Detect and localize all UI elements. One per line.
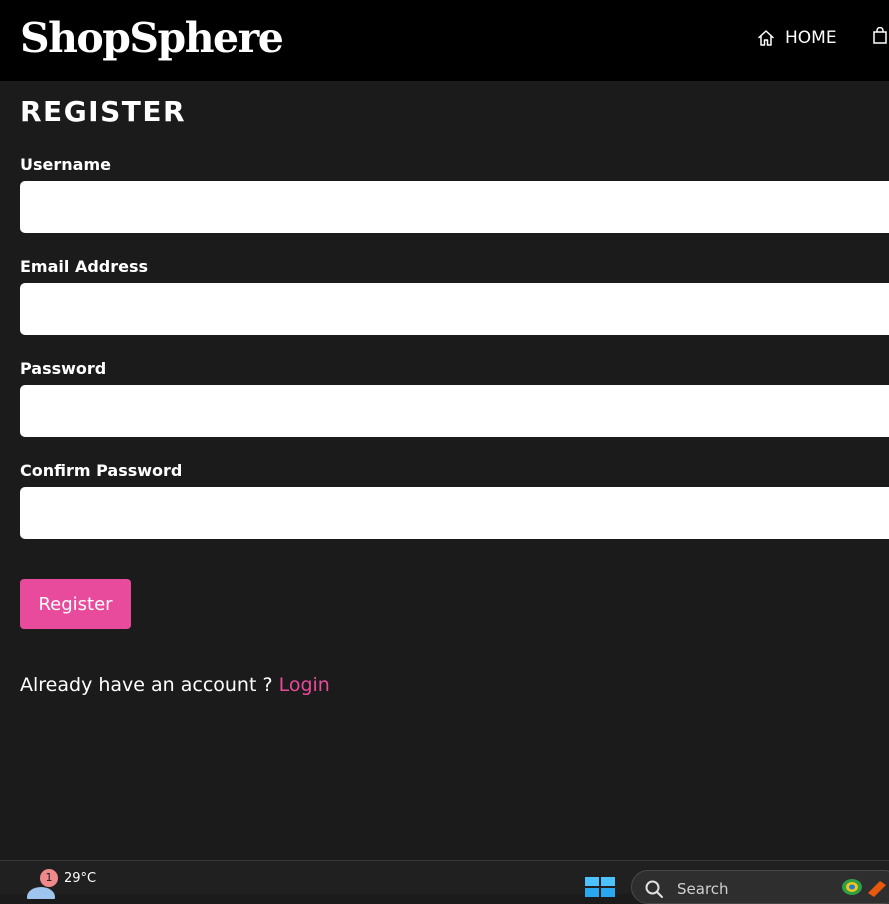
nav-home-label: HOME [785,28,837,48]
password-input[interactable] [20,385,889,437]
nav-cart-link[interactable] [872,26,888,49]
password-label: Password [20,359,107,378]
username-input[interactable] [20,181,889,233]
weather-temperature: 29°C [64,871,97,886]
email-input[interactable] [20,283,889,335]
nav-home-link[interactable]: HOME [757,26,837,50]
cloud-icon [27,887,55,899]
login-prompt-text: Already have an account ? [20,674,279,696]
home-icon [758,30,774,46]
taskbar: 1 29°C Search [0,860,889,904]
login-prompt: Already have an account ? Login [20,672,330,698]
taskbar-search[interactable]: Search [631,870,889,904]
register-button[interactable]: Register [20,579,131,629]
windows-start-icon[interactable] [585,877,615,897]
email-label: Email Address [20,257,149,276]
username-label: Username [20,155,111,174]
notification-badge: 1 [40,869,58,887]
search-placeholder: Search [677,880,729,898]
navbar: ShopSphere HOME [0,0,889,81]
shopping-bag-icon [873,26,887,44]
confirm-password-label: Confirm Password [20,461,183,480]
login-link[interactable]: Login [279,674,330,696]
confirm-password-input[interactable] [20,487,889,539]
search-icon [645,880,663,898]
search-highlight-icon [842,879,886,897]
page-title: REGISTER [20,95,187,128]
brand-logo[interactable]: ShopSphere [20,10,284,66]
